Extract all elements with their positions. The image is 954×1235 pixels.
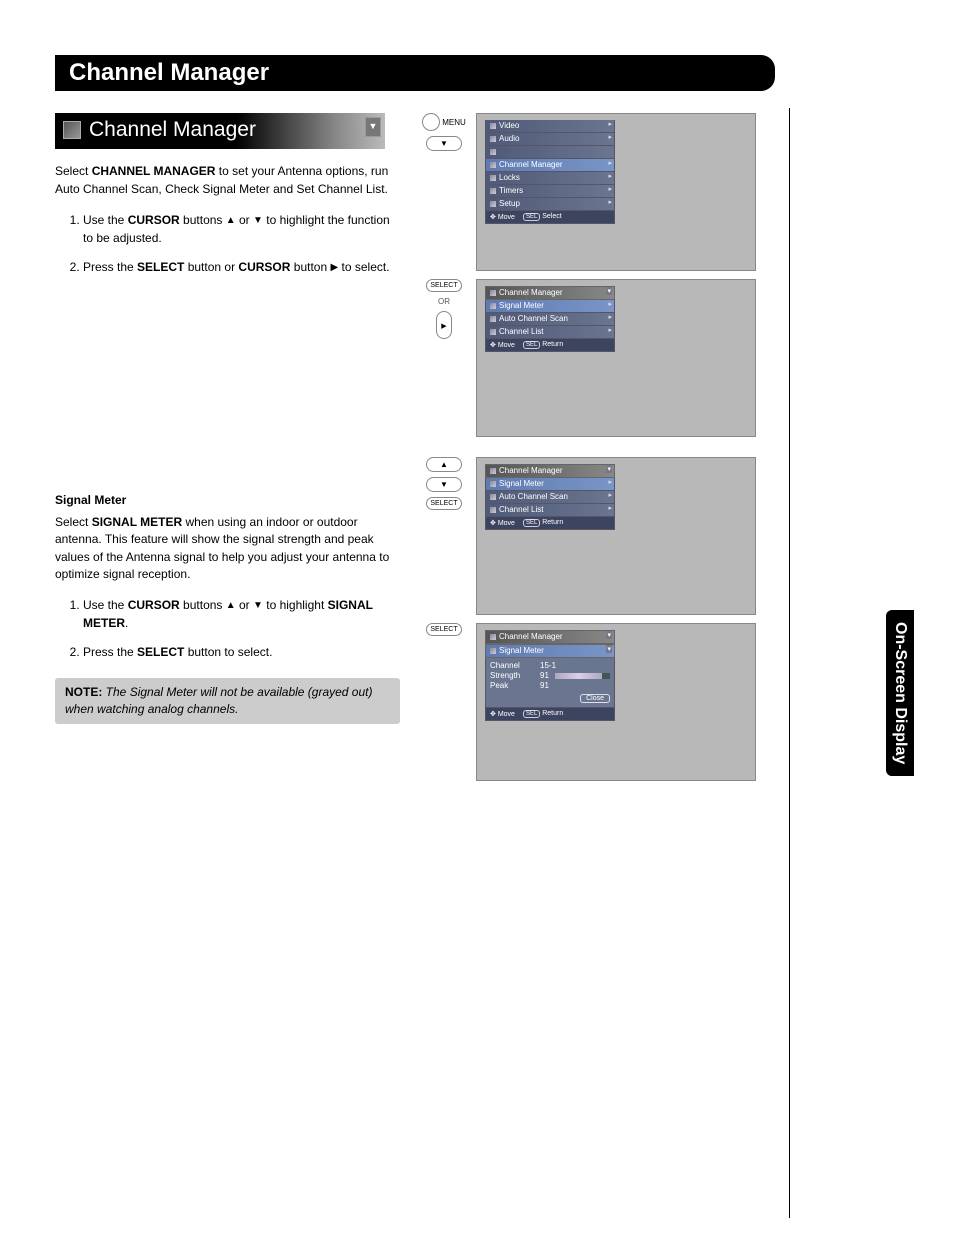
menu-header-signal-meter: Signal Meter [485,644,615,658]
signal-row-channel: Channel15-1 [490,661,610,670]
signal-row-peak: Peak91 [490,681,610,690]
up-arrow-icon: ▲ [226,599,236,614]
up-remote-button[interactable]: ▲ [426,457,462,472]
signal-detail-panel: Channel15-1 Strength91 Peak91 Close [485,658,615,708]
section-subtitle-bar: Channel Manager ▼ [55,113,385,149]
menu-item-locks[interactable]: Locks [485,172,615,185]
steps-list-2: Use the CURSOR buttons ▲ or ▼ to highlig… [55,597,400,661]
step-2: Press the SELECT button to select. [83,644,400,661]
note-box: NOTE: The Signal Meter will not be avail… [55,678,400,725]
menu-item-signal-meter[interactable]: Signal Meter [485,478,615,491]
menu-item-video[interactable]: Video [485,120,615,133]
menu-item-setup[interactable]: Setup [485,198,615,211]
intro-paragraph: Select CHANNEL MANAGER to set your Anten… [55,163,400,198]
osd-screen-signal-meter: Channel Manager Signal Meter Channel15-1… [476,623,756,781]
steps-list-1: Use the CURSOR buttons ▲ or ▼ to highlig… [55,212,400,276]
menu-header-channel-manager: Channel Manager [485,464,615,478]
menu-item-channel-manager[interactable]: Channel Manager [485,159,615,172]
step-1: Use the CURSOR buttons ▲ or ▼ to highlig… [83,597,400,632]
menu-item-auto-channel-scan[interactable]: Auto Channel Scan [485,491,615,504]
signal-meter-heading: Signal Meter [55,492,400,509]
or-label: OR [438,297,450,306]
right-column: MENU ▼ Video Audio Channel Manager Locks… [418,113,894,781]
vertical-divider [789,108,790,1218]
signal-row-strength: Strength91 [490,671,610,680]
page-title: Channel Manager [55,55,775,91]
menu-header-channel-manager: Channel Manager [485,630,615,644]
menu-item-timers[interactable]: Timers [485,185,615,198]
menu-header-channel-manager: Channel Manager [485,286,615,300]
select-remote-button[interactable]: SELECT [426,623,462,636]
square-icon [63,121,81,139]
down-arrow-icon: ▼ [253,214,263,229]
signal-meter-paragraph: Select SIGNAL METER when using an indoor… [55,514,400,584]
menu-label: MENU [442,118,466,127]
menu-item-channel-list[interactable]: Channel List [485,504,615,517]
menu-item-signal-meter[interactable]: Signal Meter [485,300,615,313]
menu-footer: ✥ Move SEL Select [485,211,615,224]
menu-footer: ✥ Move SEL Return [485,708,615,721]
right-remote-button[interactable]: ▶ [436,311,452,339]
left-column: Channel Manager ▼ Select CHANNEL MANAGER… [55,113,400,781]
menu-item-audio[interactable]: Audio [485,133,615,146]
menu-footer: ✥ Move SEL Return [485,517,615,530]
menu-item-channel-list[interactable]: Channel List [485,326,615,339]
select-remote-button[interactable]: SELECT [426,279,462,292]
osd-screen-channel-manager: Channel Manager Signal Meter Auto Channe… [476,279,756,437]
menu-item-blank [485,146,615,159]
osd-screen-main-menu: Video Audio Channel Manager Locks Timers… [476,113,756,271]
select-remote-button[interactable]: SELECT [426,497,462,510]
step-1: Use the CURSOR buttons ▲ or ▼ to highlig… [83,212,400,247]
osd-screen-channel-manager-2: Channel Manager Signal Meter Auto Channe… [476,457,756,615]
down-remote-button[interactable]: ▼ [426,136,462,151]
dropdown-icon: ▼ [365,117,381,137]
menu-footer: ✥ Move SEL Return [485,339,615,352]
side-tab-on-screen-display: On-Screen Display [886,610,914,776]
strength-bar [555,673,610,679]
up-arrow-icon: ▲ [226,214,236,229]
menu-item-auto-channel-scan[interactable]: Auto Channel Scan [485,313,615,326]
subtitle-text: Channel Manager [89,115,256,145]
close-button[interactable]: Close [580,694,610,703]
down-arrow-icon: ▼ [253,599,263,614]
menu-button[interactable] [422,113,440,131]
step-2: Press the SELECT button or CURSOR button… [83,259,400,276]
down-remote-button[interactable]: ▼ [426,477,462,492]
